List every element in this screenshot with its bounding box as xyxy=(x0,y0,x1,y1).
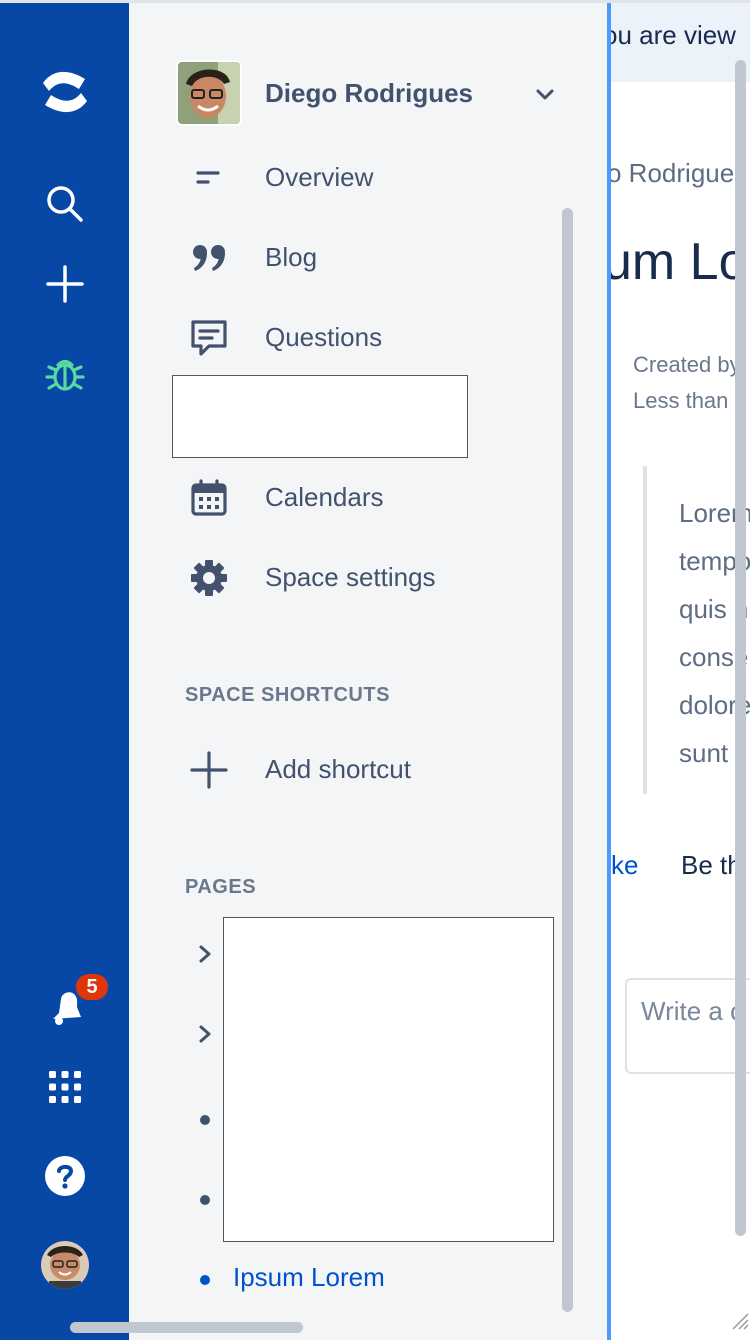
space-name: Diego Rodrigues xyxy=(265,78,474,108)
space-avatar xyxy=(176,60,242,126)
sidebar-item-label: Blog xyxy=(265,242,318,272)
quote-icon xyxy=(185,238,233,278)
sidebar-item-questions[interactable]: Questions xyxy=(129,306,559,366)
sidebar-item-label: Questions xyxy=(265,322,383,352)
sidebar-item-blog[interactable]: Blog xyxy=(129,226,559,286)
page-title: um Lo xyxy=(611,233,748,291)
quote-line: sunt i xyxy=(679,738,742,768)
like-link[interactable]: ke xyxy=(611,850,638,881)
page-content: ou are view o Rodrigue um Lo Created by … xyxy=(611,0,750,1340)
breadcrumb[interactable]: o Rodrigue xyxy=(611,158,734,189)
space-shortcuts-heading: SPACE SHORTCUTS xyxy=(185,684,390,706)
chevron-right-icon[interactable] xyxy=(185,1014,225,1054)
horizontal-scrollbar[interactable] xyxy=(70,1322,303,1333)
plus-icon xyxy=(185,750,233,790)
search-icon[interactable] xyxy=(0,178,129,230)
profile-avatar[interactable] xyxy=(41,1241,89,1289)
sidebar-scrollbar[interactable] xyxy=(562,208,573,1312)
sidebar-item-overview[interactable]: Overview xyxy=(129,146,559,206)
bullet-icon xyxy=(185,1180,225,1220)
bullet-icon xyxy=(185,1100,225,1140)
gear-icon xyxy=(185,558,233,598)
global-navigation: 5 xyxy=(0,0,129,1340)
overview-icon xyxy=(185,158,233,198)
redacted-box xyxy=(172,375,468,458)
confluence-logo-icon[interactable] xyxy=(0,62,129,122)
pages-heading: PAGES xyxy=(185,876,257,898)
sidebar-item-label: Overview xyxy=(265,162,374,192)
be-first-to-like-text: Be th xyxy=(681,850,742,880)
questions-icon xyxy=(185,318,233,358)
chevron-right-icon[interactable] xyxy=(185,934,225,974)
blockquote-bar xyxy=(643,466,647,794)
add-shortcut-label: Add shortcut xyxy=(265,754,411,784)
sidebar-item-space-settings[interactable]: Space settings xyxy=(129,546,559,606)
space-sidebar: Diego Rodrigues Overview Blog Questions xyxy=(129,0,608,1340)
page-byline-modified: Less than xyxy=(633,388,729,413)
space-header[interactable]: Diego Rodrigues xyxy=(129,56,608,132)
sidebar-item-calendars[interactable]: Calendars xyxy=(129,466,559,526)
add-shortcut-button[interactable]: Add shortcut xyxy=(129,738,559,798)
page-byline-created: Created by xyxy=(633,352,741,377)
bullet-icon xyxy=(185,1260,225,1300)
app-switcher-icon[interactable] xyxy=(0,1064,129,1110)
page-tree-item-current[interactable]: Ipsum Lorem xyxy=(233,1262,385,1293)
banner-text: ou are view xyxy=(611,20,736,50)
sidebar-item-label: Space settings xyxy=(265,562,436,592)
create-icon[interactable] xyxy=(0,258,129,310)
redacted-box xyxy=(223,917,554,1242)
resize-grip-icon[interactable] xyxy=(729,1310,749,1335)
info-banner: ou are view xyxy=(611,0,750,82)
window-top-border xyxy=(0,0,750,3)
comment-input[interactable]: Write a c xyxy=(625,978,750,1074)
bug-icon[interactable] xyxy=(0,348,129,400)
main-scrollbar[interactable] xyxy=(735,60,746,1236)
comment-placeholder: Write a c xyxy=(641,996,744,1026)
sidebar-item-label: Calendars xyxy=(265,482,384,512)
chevron-down-icon[interactable] xyxy=(533,82,557,111)
notification-count-badge: 5 xyxy=(74,972,110,1002)
calendar-icon xyxy=(185,478,233,518)
help-icon[interactable] xyxy=(0,1152,129,1200)
